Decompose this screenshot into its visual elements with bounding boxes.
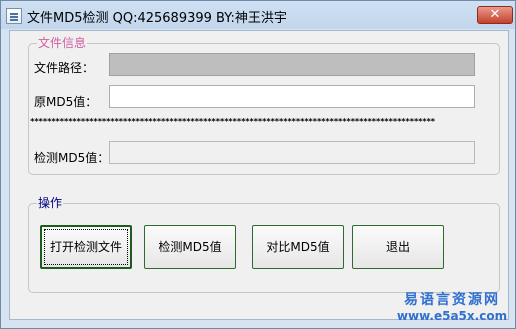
close-button[interactable]: ✕ <box>477 6 513 24</box>
open-file-button[interactable]: 打开检测文件 <box>40 225 132 269</box>
watermark: 易语言资源网 www.e5a5x.com <box>392 289 512 323</box>
original-md5-label: 原MD5值： <box>34 95 98 109</box>
separator-stars: ****************************************… <box>30 117 435 126</box>
window-title: 文件MD5检测 QQ:425689399 BY:神王洪宇 <box>27 11 287 26</box>
compute-md5-button[interactable]: 检测MD5值 <box>144 225 236 269</box>
file-info-group-title: 文件信息 <box>37 35 88 51</box>
original-md5-field[interactable] <box>109 85 475 108</box>
operations-group-title: 操作 <box>37 195 64 211</box>
compare-md5-button[interactable]: 对比MD5值 <box>252 225 344 269</box>
exit-button[interactable]: 退出 <box>352 225 444 269</box>
detected-md5-label: 检测MD5值： <box>34 151 110 165</box>
file-path-label: 文件路径： <box>34 61 95 75</box>
watermark-line1: 易语言资源网 <box>404 292 500 308</box>
watermark-line2: www.e5a5x.com <box>396 309 508 323</box>
client-area: 文件信息 文件路径： 原MD5值： **********************… <box>9 30 509 320</box>
detected-md5-field[interactable] <box>109 141 475 164</box>
app-icon <box>6 8 22 24</box>
title-bar[interactable]: 文件MD5检测 QQ:425689399 BY:神王洪宇 ✕ <box>1 1 515 29</box>
main-window: 文件MD5检测 QQ:425689399 BY:神王洪宇 ✕ 文件信息 文件路径… <box>0 0 516 329</box>
file-path-field[interactable] <box>109 53 475 76</box>
